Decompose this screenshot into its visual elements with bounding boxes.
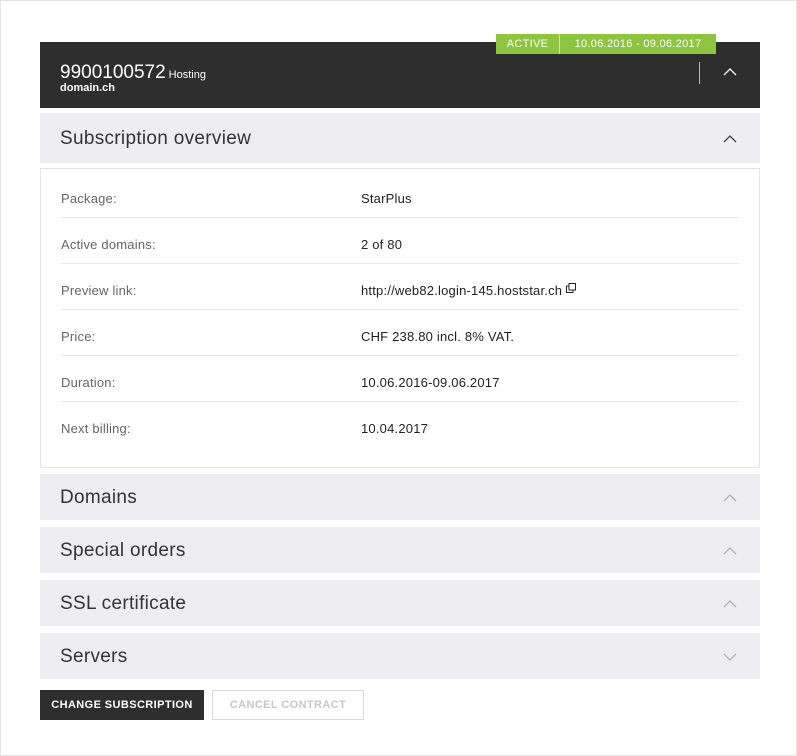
preview-link[interactable]: http://web82.login-145.hoststar.ch	[361, 283, 577, 298]
status-badges: ACTIVE 10.06.2016 - 09.06.2017	[496, 34, 716, 54]
detail-label: Price:	[61, 329, 96, 344]
chevron-up-icon[interactable]	[723, 134, 737, 144]
subscription-number: 9900100572	[60, 62, 166, 83]
change-subscription-button[interactable]: CHANGE SUBSCRIPTION	[40, 690, 204, 720]
detail-value: 10.04.2017	[361, 421, 429, 436]
chevron-up-icon[interactable]	[723, 493, 737, 503]
detail-row-duration: Duration: 10.06.2016-09.06.2017	[61, 356, 739, 402]
detail-label: Active domains:	[61, 237, 156, 252]
subscription-details: Package: StarPlus Active domains: 2 of 8…	[40, 168, 760, 468]
detail-label: Next billing:	[61, 421, 131, 436]
detail-row-preview-link: Preview link: http://web82.login-145.hos…	[61, 264, 739, 310]
section-title: Domains	[60, 487, 138, 508]
section-domains[interactable]: Domains	[40, 474, 760, 520]
cancel-contract-button[interactable]: CANCEL CONTRACT	[212, 690, 364, 720]
detail-row-next-billing: Next billing: 10.04.2017	[61, 402, 739, 448]
detail-value: 10.06.2016-09.06.2017	[361, 375, 500, 390]
detail-row-price: Price: CHF 238.80 incl. 8% VAT.	[61, 310, 739, 356]
section-servers[interactable]: Servers	[40, 633, 760, 679]
detail-label: Duration:	[61, 375, 116, 390]
section-subscription-overview[interactable]: Subscription overview	[40, 113, 760, 163]
status-badge: ACTIVE	[496, 34, 559, 54]
section-ssl-certificate[interactable]: SSL certificate	[40, 580, 760, 626]
header-divider	[699, 62, 700, 84]
section-title: Special orders	[60, 540, 186, 561]
detail-label: Preview link:	[61, 283, 137, 298]
subscription-type: Hosting	[168, 69, 206, 81]
section-title: Servers	[60, 646, 128, 667]
detail-value: CHF 238.80 incl. 8% VAT.	[361, 329, 515, 344]
chevron-up-icon[interactable]	[723, 67, 737, 77]
detail-value: StarPlus	[361, 191, 412, 206]
section-title: SSL certificate	[60, 593, 187, 614]
detail-value: 2 of 80	[361, 237, 403, 252]
chevron-up-icon[interactable]	[723, 599, 737, 609]
detail-row-package: Package: StarPlus	[61, 172, 739, 218]
section-special-orders[interactable]: Special orders	[40, 527, 760, 573]
external-link-icon[interactable]	[566, 283, 577, 293]
preview-link-text[interactable]: http://web82.login-145.hoststar.ch	[361, 283, 562, 298]
detail-label: Package:	[61, 191, 117, 206]
section-title: Subscription overview	[60, 128, 252, 149]
period-badge: 10.06.2016 - 09.06.2017	[559, 34, 716, 54]
detail-row-active-domains: Active domains: 2 of 80	[61, 218, 739, 264]
chevron-down-icon[interactable]	[723, 652, 737, 662]
chevron-up-icon[interactable]	[723, 546, 737, 556]
subscription-domain: domain.ch	[60, 82, 116, 94]
